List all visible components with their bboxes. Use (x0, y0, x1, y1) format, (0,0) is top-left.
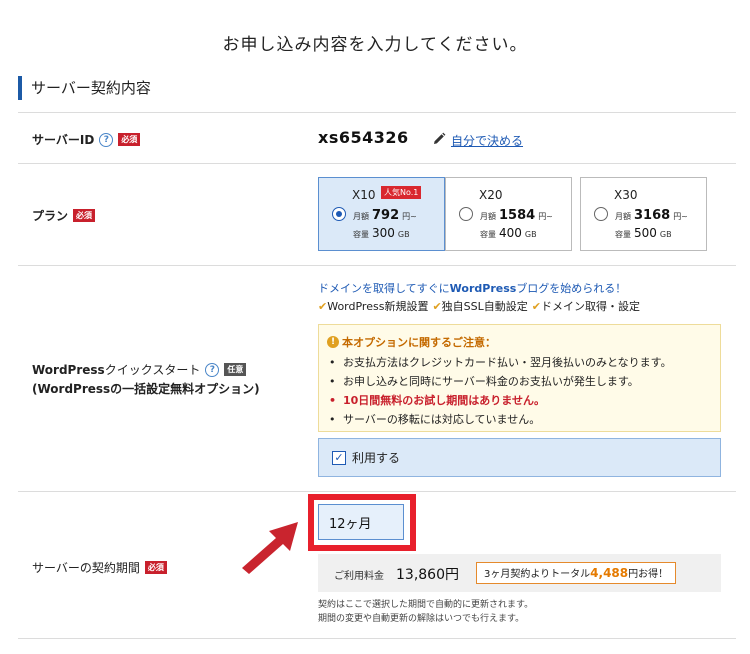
check-icon: ✔ (318, 300, 328, 313)
plan-label: プラン 必須 (32, 207, 96, 224)
plan-radio-x30[interactable] (594, 207, 608, 221)
feature-text: 独自SSL自動設定 (441, 300, 528, 313)
lead-bold: WordPress (449, 282, 517, 295)
plan-card-x10[interactable]: X10 人気No.1 月額 792 円~ 容量 300 GB (318, 177, 445, 251)
plan-price: 月額 3168 円~ (615, 208, 688, 223)
price-label: ご利用料金 (334, 571, 384, 582)
page-title: お申し込み内容を入力してください。 (222, 35, 528, 55)
check-icon[interactable]: ✓ (332, 450, 346, 465)
price-unit: 円~ (538, 212, 553, 221)
period-note: 契約はここで選択した期間で自動的に更新されます。 (318, 600, 534, 610)
use-option-checkbox[interactable]: ✓ 利用する (318, 438, 721, 477)
promo-badge: 3ヶ月契約よりトータル4,488円お得！ (476, 562, 677, 584)
plan-capacity: 容量 500 GB (615, 226, 672, 240)
plan-card-x30[interactable]: X30 月額 3168 円~ 容量 500 GB (580, 177, 707, 251)
promo-suffix: 円お得！ (628, 569, 669, 580)
required-badge: 必須 (118, 133, 141, 146)
period-label: サーバーの契約期間 必須 (32, 559, 167, 576)
price-unit: 円~ (673, 212, 688, 221)
plan-name: X30 (614, 188, 638, 202)
plan-capacity: 容量 400 GB (480, 226, 537, 240)
wordpress-label-text: WordPressクイックスタート (32, 361, 200, 378)
divider (18, 112, 736, 113)
notice-item: お支払方法はクレジットカード払い・翌月後払いのみとなります。 (329, 353, 672, 372)
price-value: 792 (372, 208, 400, 223)
period-notes: 契約はここで選択した期間で自動的に更新されます。 期間の変更や自動更新の解除はい… (318, 598, 533, 626)
lead-suffix: ブログを始められる！ (516, 282, 627, 295)
price-value: 13,860円 (396, 567, 459, 583)
feature-item: ✔ドメイン取得・設定 (532, 298, 640, 314)
promo-prefix: 3ヶ月契約よりトータル (484, 569, 591, 580)
capacity-prefix: 容量 (480, 230, 496, 239)
wordpress-sublabel: (WordPressの一括設定無料オプション) (32, 382, 260, 396)
self-decide-link[interactable]: 自分で決める (451, 132, 523, 149)
period-note: 期間の変更や自動更新の解除はいつでも行えます。 (318, 614, 525, 624)
plan-price: 月額 1584 円~ (480, 208, 553, 223)
popular-badge: 人気No.1 (381, 186, 422, 199)
server-id-value: xs654326 (318, 128, 409, 147)
price-value: 3168 (634, 208, 671, 223)
feature-text: WordPress新規設置 (327, 300, 429, 313)
plan-name: X20 (479, 188, 503, 202)
notice-title: ! 本オプションに関するご注意： (327, 334, 496, 350)
plan-name: X10 (352, 188, 376, 202)
divider (18, 638, 736, 639)
price-prefix: 月額 (615, 212, 631, 221)
promo-amount: 4,488 (590, 566, 629, 580)
feature-item: ✔WordPress新規設置 (318, 298, 428, 314)
required-badge: 必須 (73, 209, 96, 222)
notice-item: サーバーの移転には対応していません。 (329, 410, 672, 429)
capacity-value: 300 (372, 226, 395, 240)
lead-prefix: ドメインを取得してすぐに (318, 282, 450, 295)
notice-item: お申し込みと同時にサーバー料金のお支払いが発生します。 (329, 372, 672, 391)
plan-radio-x20[interactable] (459, 207, 473, 221)
plan-price: 月額 792 円~ (353, 208, 417, 223)
divider (18, 265, 736, 266)
capacity-value: 500 (634, 226, 657, 240)
contract-period-select[interactable]: 12ヶ月 (318, 504, 404, 540)
red-arrow-icon (242, 522, 298, 574)
capacity-unit: GB (524, 230, 537, 239)
plan-capacity: 容量 300 GB (353, 226, 410, 240)
question-circle-icon[interactable]: ? (99, 132, 114, 147)
wordpress-label: WordPressクイックスタート ? 任意 (32, 361, 247, 378)
optional-badge: 任意 (224, 363, 247, 376)
capacity-prefix: 容量 (615, 230, 631, 239)
price-value: 1584 (499, 208, 536, 223)
price-prefix: 月額 (353, 212, 369, 221)
price-summary: ご利用料金 13,860円 3ヶ月契約よりトータル4,488円お得！ (318, 554, 721, 592)
required-badge: 必須 (144, 561, 167, 574)
capacity-prefix: 容量 (353, 230, 369, 239)
plan-label-text: プラン (32, 209, 69, 223)
question-circle-icon[interactable]: ? (205, 362, 220, 377)
wordpress-label-bold: WordPress (32, 363, 105, 377)
divider (18, 163, 736, 164)
server-id-label: サーバーID ? 必須 (32, 131, 141, 148)
capacity-value: 400 (499, 226, 522, 240)
exclamation-circle-icon: ! (327, 336, 339, 348)
capacity-unit: GB (659, 230, 672, 239)
feature-text: ドメイン取得・設定 (540, 300, 640, 313)
capacity-unit: GB (397, 230, 410, 239)
use-option-label: 利用する (352, 451, 401, 465)
notice-box: ! 本オプションに関するご注意： お支払方法はクレジットカード払い・翌月後払いの… (318, 324, 721, 432)
price-prefix: 月額 (480, 212, 496, 221)
server-id-label-text: サーバーID (32, 133, 95, 147)
notice-item-warning: 10日間無料のお試し期間はありません。 (329, 391, 672, 410)
plan-radio-x10[interactable] (332, 207, 346, 221)
notice-list: お支払方法はクレジットカード払い・翌月後払いのみとなります。 お申し込みと同時に… (329, 353, 672, 429)
wordpress-label-rest: クイックスタート (104, 363, 201, 377)
check-icon: ✔ (531, 300, 541, 313)
section-header: サーバー契約内容 (18, 76, 151, 100)
notice-title-text: 本オプションに関するご注意： (342, 336, 496, 349)
check-icon: ✔ (432, 300, 442, 313)
wordpress-features: ✔WordPress新規設置 ✔独自SSL自動設定 ✔ドメイン取得・設定 (318, 298, 640, 314)
period-label-text: サーバーの契約期間 (32, 561, 140, 575)
price-unit: 円~ (402, 212, 417, 221)
wordpress-lead: ドメインを取得してすぐにWordPressブログを始められる！ (318, 280, 626, 296)
pencil-icon[interactable] (432, 132, 446, 146)
divider (18, 491, 736, 492)
plan-card-x20[interactable]: X20 月額 1584 円~ 容量 400 GB (445, 177, 572, 251)
feature-item: ✔独自SSL自動設定 (432, 298, 527, 314)
